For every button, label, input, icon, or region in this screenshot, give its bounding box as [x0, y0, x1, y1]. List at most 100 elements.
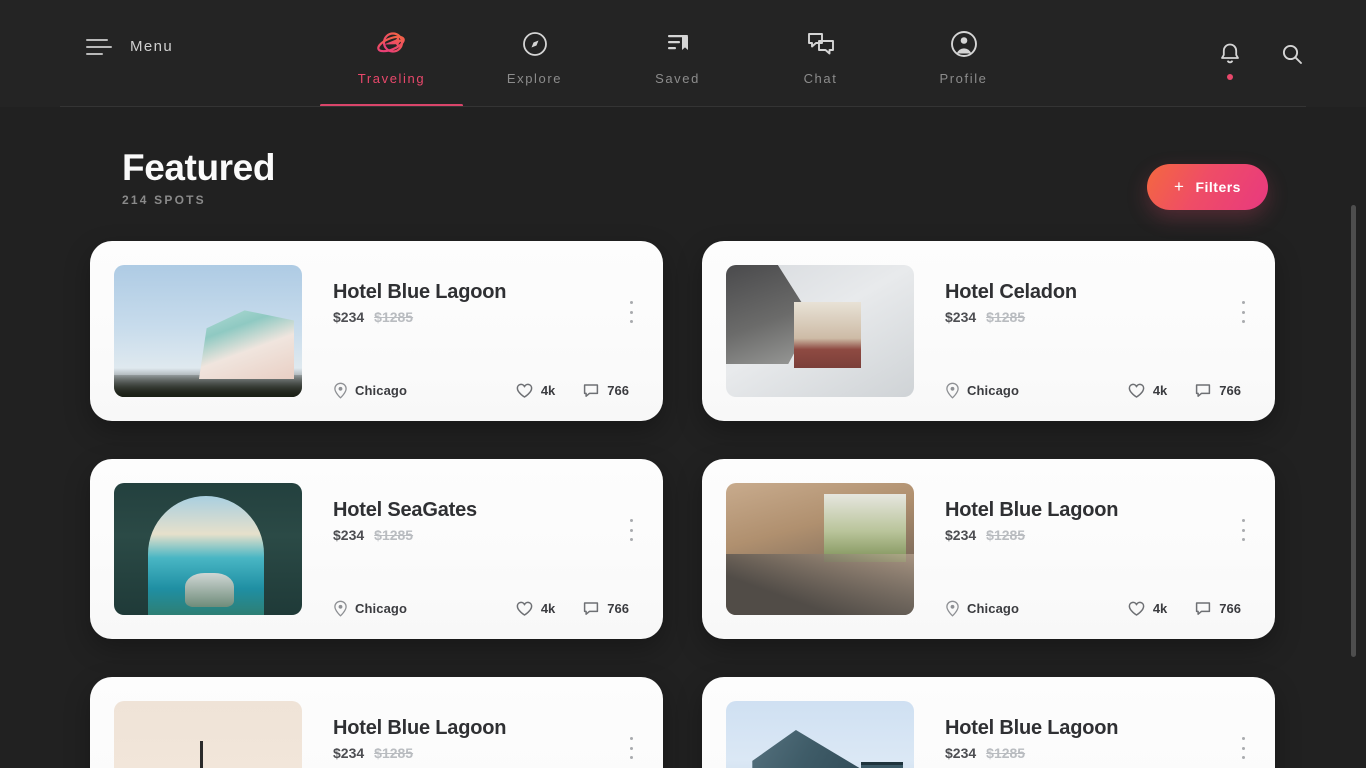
hotel-card[interactable]: Hotel Blue Lagoon $234 $1285 Chicago [702, 677, 1275, 768]
hotel-price-current: $234 [945, 309, 977, 325]
hotel-likes-count: 4k [540, 383, 556, 398]
nav-label-saved: Saved [655, 71, 700, 86]
hotel-likes[interactable]: 4k [516, 383, 555, 399]
plane-orbit-icon [375, 27, 409, 61]
main-nav: Traveling Explore Saved Chat Profile [320, 0, 1035, 107]
nav-item-saved[interactable]: Saved [606, 0, 749, 107]
hotel-comments-count: 766 [607, 601, 629, 616]
hotel-title: Hotel Blue Lagoon [333, 717, 507, 739]
featured-card-grid: Hotel Blue Lagoon $234 $1285 Chicago 4k … [90, 241, 1275, 768]
hotel-stats: 4k 766 [1128, 601, 1241, 617]
hotel-comments-count: 766 [1219, 383, 1241, 398]
location-pin-icon [946, 382, 959, 399]
hotel-price-original: $1285 [986, 309, 1026, 325]
heart-icon [516, 601, 533, 616]
nav-item-profile[interactable]: Profile [892, 0, 1035, 107]
hotel-thumbnail[interactable] [114, 701, 302, 768]
hamburger-icon [86, 38, 112, 55]
hotel-comments[interactable]: 766 [583, 383, 629, 399]
page-header: Featured 214 SPOTS [122, 146, 275, 207]
compass-icon [521, 27, 549, 61]
filters-label: Filters [1195, 179, 1241, 195]
hotel-title: Hotel Blue Lagoon [945, 499, 1119, 521]
hotel-price-original: $1285 [374, 309, 414, 325]
plus-icon: + [1174, 177, 1185, 196]
hotel-photo [114, 701, 302, 768]
notification-dot [1227, 74, 1233, 80]
hotel-title: Hotel SeaGates [333, 499, 477, 521]
hotel-likes[interactable]: 4k [1128, 383, 1167, 399]
hotel-thumbnail[interactable] [114, 483, 302, 615]
nav-label-chat: Chat [803, 71, 838, 86]
hotel-card[interactable]: Hotel Blue Lagoon $234 $1285 Chicago [90, 677, 663, 768]
hotel-more-options-button[interactable] [621, 299, 641, 325]
hotel-likes[interactable]: 4k [1128, 601, 1167, 617]
hotel-card-body: Hotel SeaGates $234 $1285 Chicago 4k 766 [333, 459, 663, 639]
hotel-card-body: Hotel Blue Lagoon $234 $1285 Chicago [333, 677, 663, 768]
bell-icon [1221, 43, 1239, 64]
hotel-stats: 4k 766 [516, 383, 629, 399]
hotel-title: Hotel Celadon [945, 281, 1077, 303]
app-root: Menu Traveling Explore Saved Chat Profil… [0, 0, 1366, 768]
hotel-price-row: $234 $1285 [333, 745, 413, 761]
hotel-stats: 4k 766 [1128, 383, 1241, 399]
hotel-card-body: Hotel Celadon $234 $1285 Chicago 4k 766 [945, 241, 1275, 421]
menu-button[interactable]: Menu [86, 38, 173, 55]
comment-icon [584, 383, 599, 397]
nav-item-traveling[interactable]: Traveling [320, 0, 463, 107]
hotel-more-options-button[interactable] [621, 735, 641, 761]
scrollbar-thumb[interactable] [1351, 205, 1356, 657]
hotel-card[interactable]: Hotel SeaGates $234 $1285 Chicago 4k 766 [90, 459, 663, 639]
hotel-more-options-button[interactable] [1233, 517, 1253, 543]
hotel-photo [726, 701, 914, 768]
hotel-comments[interactable]: 766 [583, 601, 629, 617]
hotel-meta-row: Chicago 4k 766 [945, 382, 1241, 399]
hotel-photo [114, 483, 302, 615]
hotel-price-original: $1285 [374, 527, 414, 543]
location-pin-icon [334, 382, 347, 399]
chat-bubbles-icon [806, 27, 836, 61]
hotel-thumbnail[interactable] [114, 265, 302, 397]
hotel-more-options-button[interactable] [1233, 299, 1253, 325]
hotel-location: Chicago [945, 382, 1019, 399]
search-button[interactable] [1276, 38, 1308, 70]
hotel-card-body: Hotel Blue Lagoon $234 $1285 Chicago [333, 241, 663, 421]
hotel-likes-count: 4k [1152, 383, 1168, 398]
hotel-location-label: Chicago [355, 601, 407, 616]
hotel-thumbnail[interactable] [726, 701, 914, 768]
nav-item-explore[interactable]: Explore [463, 0, 606, 107]
hotel-price-row: $234 $1285 [333, 527, 413, 543]
hotel-card[interactable]: Hotel Celadon $234 $1285 Chicago 4k 766 [702, 241, 1275, 421]
notifications-button[interactable] [1214, 38, 1246, 80]
hotel-comments[interactable]: 766 [1195, 383, 1241, 399]
hotel-more-options-button[interactable] [1233, 735, 1253, 761]
user-circle-icon [949, 27, 979, 61]
hotel-thumbnail[interactable] [726, 265, 914, 397]
hotel-thumbnail[interactable] [726, 483, 914, 615]
filters-button[interactable]: + Filters [1147, 164, 1268, 210]
page-subtitle: 214 SPOTS [122, 193, 206, 207]
comment-icon [1196, 601, 1211, 615]
hotel-location-label: Chicago [355, 383, 407, 398]
hotel-price-row: $234 $1285 [945, 745, 1025, 761]
hotel-location: Chicago [333, 600, 407, 617]
nav-label-traveling: Traveling [357, 71, 426, 86]
hotel-location-label: Chicago [967, 601, 1019, 616]
page-title: Featured [122, 147, 276, 188]
hotel-title: Hotel Blue Lagoon [333, 281, 507, 303]
hotel-card[interactable]: Hotel Blue Lagoon $234 $1285 Chicago [90, 241, 663, 421]
location-pin-icon [946, 600, 959, 617]
hotel-meta-row: Chicago 4k 766 [333, 600, 629, 617]
hotel-likes-count: 4k [1152, 601, 1168, 616]
hotel-location: Chicago [945, 600, 1019, 617]
search-icon [1282, 44, 1302, 64]
hotel-price-original: $1285 [374, 745, 414, 761]
hotel-stats: 4k 766 [516, 601, 629, 617]
hotel-card[interactable]: Hotel Blue Lagoon $234 $1285 Chicago [702, 459, 1275, 639]
heart-icon [1128, 601, 1145, 616]
hotel-comments[interactable]: 766 [1195, 601, 1241, 617]
hotel-likes[interactable]: 4k [516, 601, 555, 617]
hotel-photo [726, 265, 914, 397]
hotel-more-options-button[interactable] [621, 517, 641, 543]
nav-item-chat[interactable]: Chat [749, 0, 892, 107]
